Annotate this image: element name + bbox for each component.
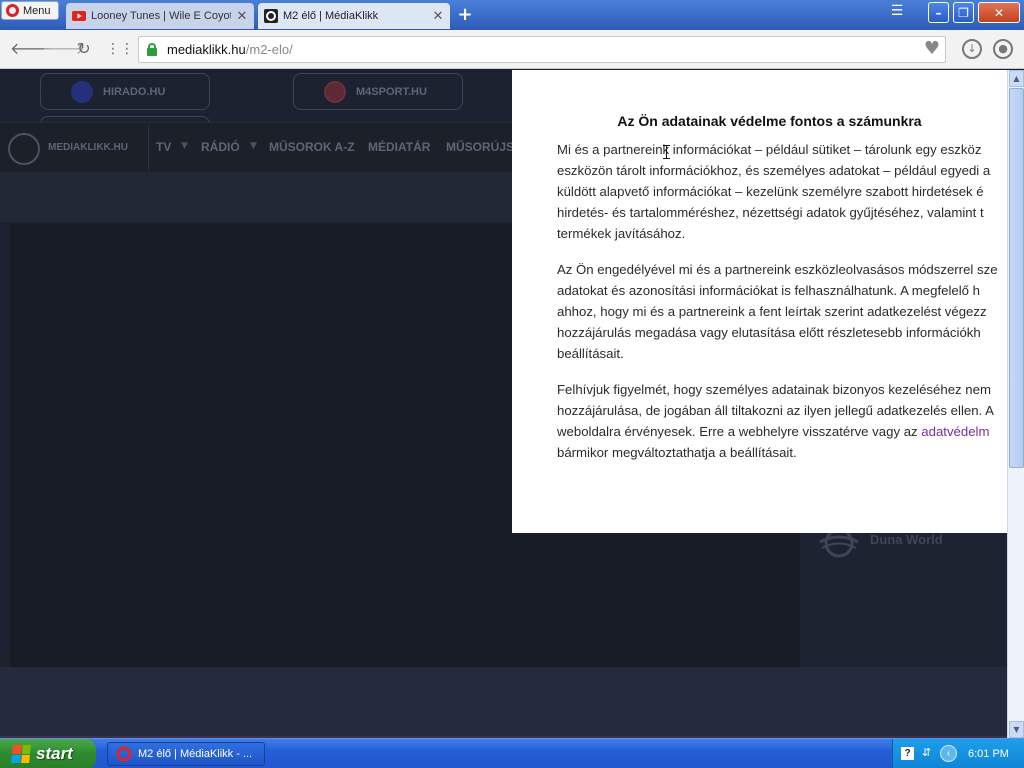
- menu-label: Menu: [23, 4, 51, 17]
- privacy-consent-dialog: Az Ön adatainak védelme fontos a számunk…: [512, 70, 1007, 533]
- consent-paragraph-2: Az Ön engedélyével mi és a partnereink e…: [557, 259, 1007, 364]
- scroll-down-arrow-icon[interactable]: ▼: [1009, 721, 1024, 738]
- nav-item-mediatar[interactable]: MÉDIATÁR: [368, 140, 430, 154]
- scroll-thumb[interactable]: [1009, 88, 1024, 468]
- network-icon[interactable]: ⇵: [922, 746, 931, 759]
- tab-label: M2 élő | MédiaKlikk: [283, 10, 379, 22]
- minimize-button[interactable]: –: [928, 2, 949, 23]
- hirado-logo-icon: [71, 80, 93, 103]
- tab-close-icon[interactable]: ✕: [432, 8, 444, 24]
- reload-icon[interactable]: ↻: [74, 39, 94, 59]
- nav-divider: [148, 125, 149, 171]
- youtube-icon: [72, 9, 86, 23]
- text-line: beállításait.: [557, 346, 624, 361]
- url-host: mediaklikk.hu: [167, 42, 246, 57]
- taskbar-window-button[interactable]: M2 élő | MédiaKlikk - ...: [107, 742, 265, 766]
- m4sport-link[interactable]: M4SPORT.HU: [293, 73, 463, 110]
- text-line: adatokat és azonosítási információkat is…: [557, 283, 980, 298]
- nav-item-musorok[interactable]: MŰSOROK A-Z: [269, 140, 355, 154]
- chevron-down-icon: ▼: [250, 141, 257, 151]
- tab-looney-tunes[interactable]: Looney Tunes | Wile E Coyot ✕: [66, 3, 254, 29]
- site-logo-text[interactable]: MEDIAKLIKK.HU: [48, 142, 128, 153]
- new-tab-plus-icon[interactable]: +: [454, 5, 476, 25]
- mediaklikk-logo-icon[interactable]: [8, 133, 40, 165]
- url-path: /m2-elo/: [245, 42, 293, 57]
- opera-menu-button[interactable]: Menu: [1, 1, 59, 20]
- chevron-down-icon: ▼: [181, 141, 188, 151]
- start-label: start: [36, 744, 73, 763]
- text-line: termékek javításához.: [557, 226, 686, 241]
- nav-item-tv[interactable]: TV: [156, 140, 171, 154]
- address-toolbar: 🡐 🡒 ↻ ⋮⋮ mediaklikk.hu/m2-elo/ ♥ ↓ ●: [0, 30, 1024, 69]
- text-fragment: weboldalra érvényesek. Erre a webhelyre …: [557, 424, 922, 439]
- text-line: hirdetés- és tartalomméréshez, nézettség…: [557, 205, 984, 220]
- hirado-link[interactable]: HIRADO.HU: [40, 73, 210, 110]
- system-tray: ? ⇵ ‹ 6:01 PM: [892, 739, 1024, 768]
- bookmark-heart-icon[interactable]: ♥: [920, 38, 944, 60]
- text-line: Felhívjuk figyelmét, hogy személyes adat…: [557, 382, 991, 397]
- text-line: bármikor megváltoztathatja a beállításai…: [557, 445, 797, 460]
- text-line: hozzájárulása, de jogában áll tiltakozni…: [557, 403, 994, 418]
- duna-world-label[interactable]: Duna World: [870, 532, 943, 547]
- tab-m2-elo[interactable]: M2 élő | MédiaKlikk ✕: [258, 3, 450, 29]
- privacy-settings-link[interactable]: adatvédelm: [921, 424, 989, 439]
- tab-close-icon[interactable]: ✕: [236, 8, 248, 24]
- m4sport-label: M4SPORT.HU: [356, 85, 427, 98]
- mediaklikk-icon: [264, 9, 278, 23]
- address-field[interactable]: mediaklikk.hu/m2-elo/: [138, 36, 946, 63]
- window-controls: ☰ – ❐ ✕: [886, 2, 1020, 23]
- consent-paragraph-3: Felhívjuk figyelmét, hogy személyes adat…: [557, 379, 1007, 463]
- windows-flag-icon: [11, 745, 31, 763]
- windows-taskbar: start M2 élő | MédiaKlikk - ... ? ⇵ ‹ 6:…: [0, 738, 1024, 768]
- maximize-button[interactable]: ❐: [953, 2, 974, 23]
- tray-expand-icon[interactable]: ‹: [940, 745, 957, 762]
- hirado-label: HIRADO.HU: [103, 85, 166, 98]
- consent-title: Az Ön adatainak védelme fontos a számunk…: [617, 113, 922, 129]
- text-line: Az Ön engedélyével mi és a partnereink e…: [557, 262, 998, 277]
- taskbar-window-label: M2 élő | MédiaKlikk - ...: [138, 748, 253, 760]
- opera-icon: [116, 746, 132, 762]
- nav-item-radio[interactable]: RÁDIÓ: [201, 140, 240, 154]
- text-line: ahhoz, hogy mi és a partnereink a fent l…: [557, 304, 987, 319]
- page-scrollbar[interactable]: ▲ ▼: [1007, 70, 1024, 738]
- nav-item-musorujsag[interactable]: MŰSORÚJS: [446, 140, 514, 154]
- clock[interactable]: 6:01 PM: [968, 748, 1009, 760]
- back-arrow-icon[interactable]: 🡐: [10, 39, 53, 59]
- text-line: weboldalra érvényesek. Erre a webhelyre …: [557, 421, 1007, 442]
- text-line: hozzájárulás megadása vagy elutasítása e…: [557, 325, 981, 340]
- m4sport-logo-icon: [324, 80, 346, 103]
- download-icon[interactable]: ↓: [962, 39, 982, 59]
- text-cursor-icon: [663, 145, 670, 159]
- consent-paragraph-1: Mi és a partnereink információkat – péld…: [557, 139, 1007, 244]
- forward-arrow-icon[interactable]: 🡒: [42, 39, 85, 59]
- opera-logo-icon: [6, 4, 19, 17]
- start-button[interactable]: start: [0, 739, 96, 768]
- speed-dial-grid-icon[interactable]: ⋮⋮: [106, 39, 134, 59]
- browser-titlebar: Menu Looney Tunes | Wile E Coyot ✕ M2 él…: [0, 0, 1024, 30]
- account-icon[interactable]: ●: [993, 39, 1013, 59]
- tab-label: Looney Tunes | Wile E Coyot: [91, 10, 231, 22]
- page-footer-band: [0, 667, 1007, 738]
- text-line: Mi és a partnereink információkat – péld…: [557, 142, 982, 157]
- close-button[interactable]: ✕: [978, 2, 1020, 23]
- help-icon[interactable]: ?: [901, 747, 914, 760]
- tab-menu-icon[interactable]: ☰: [886, 2, 908, 20]
- secure-lock-icon: [147, 43, 157, 56]
- scroll-up-arrow-icon[interactable]: ▲: [1009, 70, 1024, 87]
- text-line: eszközön tárolt információkhoz, és szemé…: [557, 163, 991, 178]
- text-line: küldött alapvető információkat – kezelün…: [557, 184, 984, 199]
